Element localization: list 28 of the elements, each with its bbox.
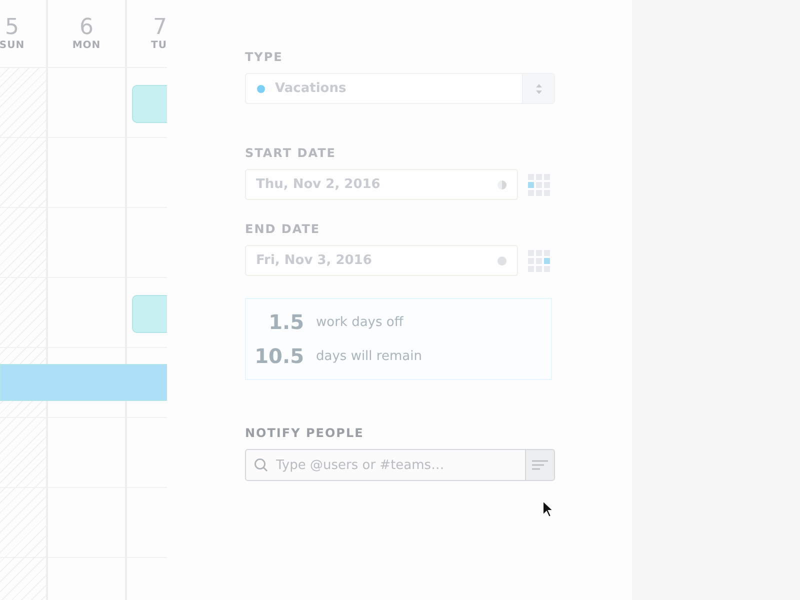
- weekday-label: TU: [151, 40, 167, 52]
- field-label: END DATE: [245, 222, 320, 236]
- calendar-event[interactable]: [0, 364, 169, 401]
- summary-number: 10.5: [254, 344, 304, 368]
- summary-text: work days off: [316, 314, 404, 330]
- up-down-arrows-icon: [534, 82, 542, 94]
- weekday-label: MON: [72, 40, 101, 52]
- summary-text: days will remain: [316, 348, 422, 364]
- half-circle-icon: [497, 180, 507, 190]
- field-label: NOTIFY PEOPLE: [245, 426, 364, 440]
- field-label: START DATE: [245, 146, 336, 160]
- circle-icon: [497, 256, 507, 266]
- summary-number: 1.5: [268, 310, 304, 334]
- search-icon: [254, 458, 268, 472]
- day-number: 5: [5, 16, 19, 40]
- calendar-grid-icon[interactable]: [528, 174, 550, 196]
- calendar-event[interactable]: [132, 295, 169, 333]
- lines-icon: [532, 460, 548, 470]
- day-number: 6: [80, 16, 94, 40]
- cursor-icon: [542, 500, 554, 518]
- stepper-button[interactable]: [522, 74, 554, 103]
- notify-field[interactable]: Type @users or #teams…: [245, 449, 525, 481]
- calendar-grid-icon[interactable]: [528, 250, 550, 272]
- day-number: 7: [153, 16, 167, 40]
- field-label: TYPE: [245, 50, 283, 64]
- weekday-label: SUN: [0, 40, 25, 52]
- list-button[interactable]: [525, 449, 555, 481]
- calendar-event[interactable]: [132, 85, 169, 123]
